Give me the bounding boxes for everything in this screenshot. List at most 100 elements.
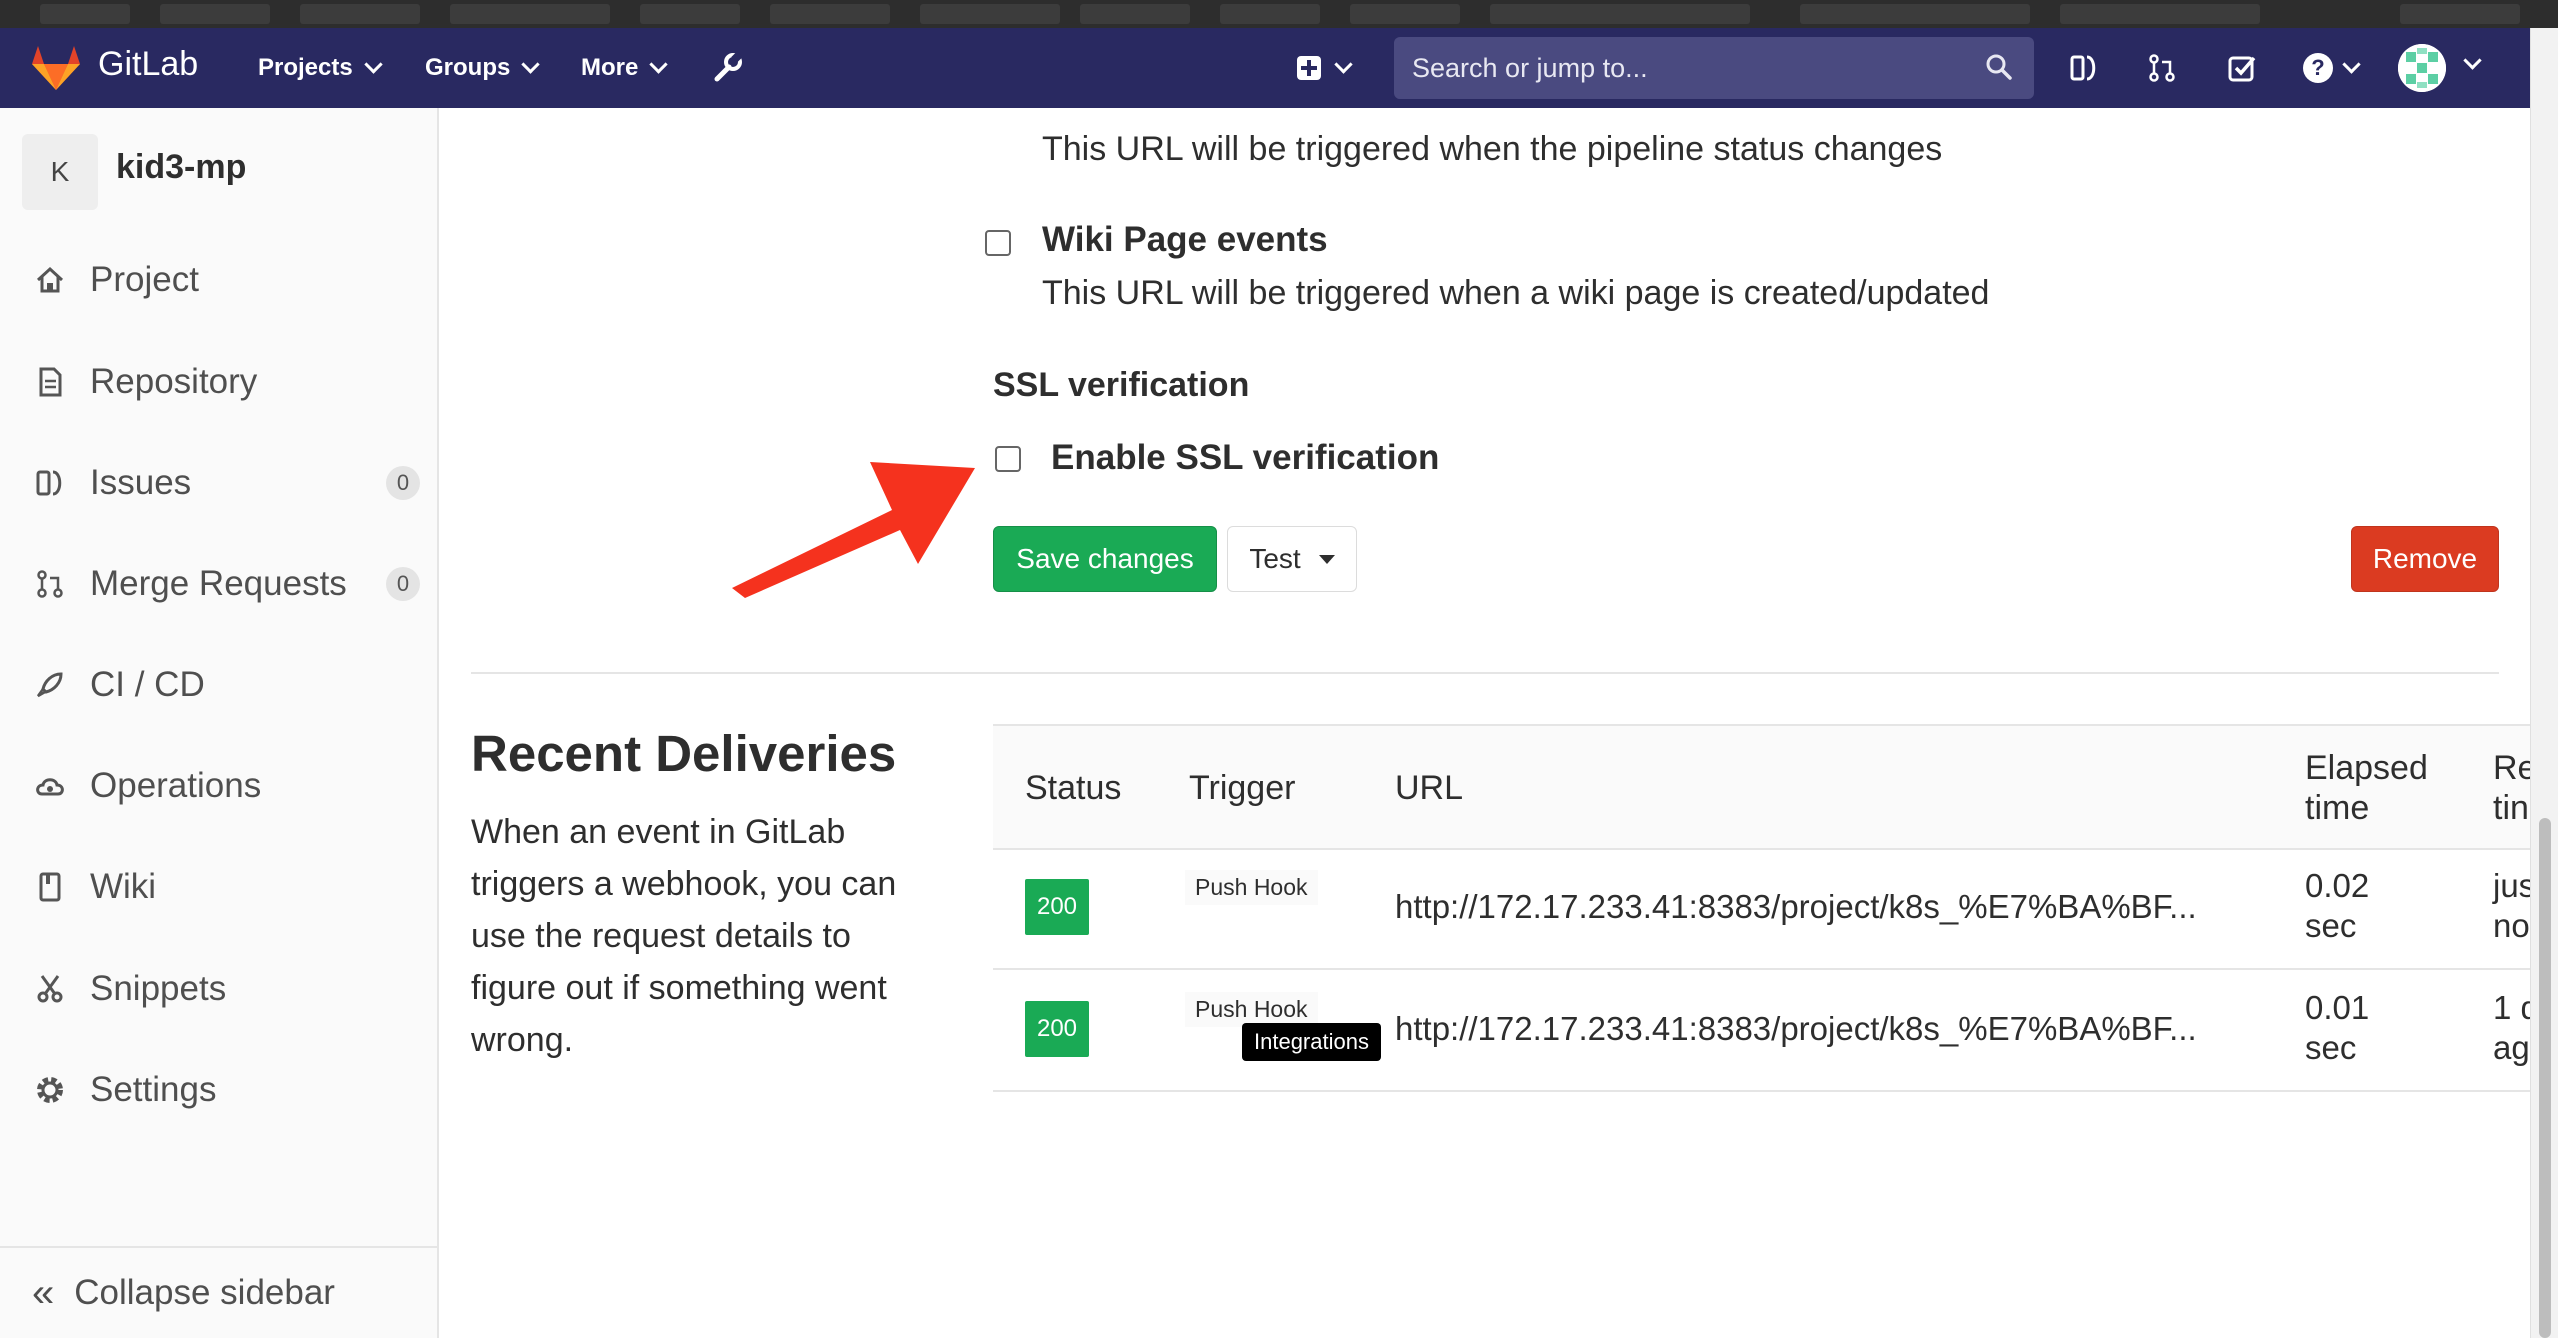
header-trigger: Trigger <box>1189 769 1296 807</box>
issues-icon <box>30 463 70 503</box>
header-url: URL <box>1395 769 1464 807</box>
delivery-url: http://172.17.233.41:8383/project/k8s_%E… <box>1395 888 2197 925</box>
issues-count-badge: 0 <box>386 466 420 500</box>
bookmark-item[interactable] <box>1220 4 1320 24</box>
sidebar-item-label: Issues <box>90 463 192 502</box>
todos-nav-button[interactable] <box>2222 48 2262 88</box>
main-content: This URL will be triggered when the pipe… <box>439 108 2530 1338</box>
sidebar-item-label: Merge Requests <box>90 564 347 603</box>
sidebar-item-issues[interactable]: Issues 0 <box>30 453 420 513</box>
bookmark-item[interactable] <box>2400 4 2520 24</box>
bookmark-item[interactable] <box>300 4 420 24</box>
recent-deliveries-description: When an event in GitLab triggers a webho… <box>471 813 897 1059</box>
table-header: Status Trigger URL Elapsed time Re tin <box>993 724 2530 850</box>
ssl-verification-heading: SSL verification <box>993 366 1250 404</box>
project-name[interactable]: kid3-mp <box>116 148 246 187</box>
recent-deliveries-title: Recent Deliveries <box>471 725 897 782</box>
enable-ssl-verification-label[interactable]: Enable SSL verification <box>1051 438 1439 478</box>
project-sidebar: K kid3-mp Project Repository Issues 0 Me… <box>0 108 439 1338</box>
collapse-sidebar-button[interactable]: « Collapse sidebar <box>0 1246 437 1338</box>
chevron-down-icon <box>521 54 541 74</box>
bookmark-item[interactable] <box>450 4 610 24</box>
bookmark-item[interactable] <box>1490 4 1750 24</box>
sidebar-item-label: Wiki <box>90 867 157 906</box>
sidebar-item-label: Project <box>90 260 199 299</box>
sidebar-item-label: Snippets <box>90 969 227 1008</box>
home-icon <box>30 260 70 300</box>
trigger-label: Push Hook <box>1185 870 1318 905</box>
nav-more-label: More <box>581 54 639 81</box>
issues-nav-button[interactable] <box>2064 48 2104 88</box>
wiki-page-events-description: This URL will be triggered when a wiki p… <box>1042 274 1990 312</box>
doc-icon <box>30 362 70 402</box>
plus-square-icon <box>1296 56 1321 80</box>
enable-ssl-verification-checkbox[interactable] <box>995 446 1021 472</box>
new-dropdown-button[interactable] <box>1292 48 1353 88</box>
chevron-down-icon <box>1333 54 1353 74</box>
bookmark-item[interactable] <box>640 4 740 24</box>
todo-checkbox-icon <box>2228 56 2256 82</box>
header-request-line1: Re <box>2493 749 2530 787</box>
request-time-line1: jus <box>2493 867 2530 904</box>
sidebar-item-merge-requests[interactable]: Merge Requests 0 <box>30 554 420 614</box>
merge-requests-nav-button[interactable] <box>2142 48 2182 88</box>
nav-groups-label: Groups <box>425 54 511 81</box>
wiki-page-events-checkbox[interactable] <box>985 230 1011 256</box>
status-badge: 200 <box>1025 1001 1089 1057</box>
scissors-icon <box>30 969 70 1009</box>
nav-projects[interactable]: Projects <box>258 54 383 82</box>
bookmark-item[interactable] <box>1350 4 1460 24</box>
sidebar-item-label: CI / CD <box>90 665 205 704</box>
delivery-url: http://172.17.233.41:8383/project/k8s_%E… <box>1395 1010 2197 1047</box>
test-dropdown-button[interactable]: Test <box>1227 526 1357 592</box>
admin-area-button[interactable] <box>708 48 748 88</box>
sidebar-item-ci-cd[interactable]: CI / CD <box>30 655 420 715</box>
sidebar-item-settings[interactable]: Settings <box>30 1060 420 1120</box>
project-avatar[interactable]: K <box>22 134 98 210</box>
brand-name[interactable]: GitLab <box>98 45 198 84</box>
bookmark-item[interactable] <box>1080 4 1190 24</box>
top-navbar: GitLab Projects Groups More Search or ju… <box>0 28 2530 108</box>
user-avatar[interactable] <box>2398 44 2446 92</box>
test-button-label: Test <box>1249 543 1301 574</box>
table-row: 200 Push Hook http://172.17.233.41:8383/… <box>993 846 2530 970</box>
search-placeholder: Search or jump to... <box>1412 53 1648 83</box>
page-scrollbar[interactable] <box>2530 28 2558 1338</box>
remove-button[interactable]: Remove <box>2351 526 2499 592</box>
pipeline-events-description: This URL will be triggered when the pipe… <box>1042 130 1943 168</box>
help-icon: ? <box>2302 53 2333 83</box>
sidebar-item-operations[interactable]: Operations <box>30 756 420 816</box>
merge-request-icon <box>2149 54 2175 82</box>
nav-groups[interactable]: Groups <box>425 54 541 82</box>
bookmark-item[interactable] <box>920 4 1060 24</box>
search-input[interactable]: Search or jump to... <box>1394 37 2034 99</box>
elapsed-value: 0.01 <box>2305 989 2370 1026</box>
chevron-down-icon <box>364 54 383 74</box>
bookmark-item[interactable] <box>770 4 890 24</box>
sidebar-item-project[interactable]: Project <box>30 250 420 310</box>
chevron-down-icon <box>649 54 669 74</box>
bookmark-item[interactable] <box>40 4 130 24</box>
save-changes-button[interactable]: Save changes <box>993 526 1217 592</box>
scrollbar-thumb[interactable] <box>2539 818 2551 1338</box>
issues-icon <box>2070 55 2096 81</box>
merge-requests-count-badge: 0 <box>386 567 420 601</box>
sidebar-item-snippets[interactable]: Snippets <box>30 959 420 1019</box>
header-request-line2: tin <box>2493 789 2529 827</box>
help-dropdown-button[interactable]: ? <box>2296 48 2362 88</box>
elapsed-unit: sec <box>2305 907 2357 944</box>
sidebar-item-repository[interactable]: Repository <box>30 352 420 412</box>
table-row: 200 Push Hook http://172.17.233.41:8383/… <box>993 968 2530 1092</box>
gear-icon <box>30 1070 70 1110</box>
bookmark-item[interactable] <box>160 4 270 24</box>
gitlab-logo-icon[interactable] <box>30 44 82 92</box>
wiki-page-events-label[interactable]: Wiki Page events <box>1042 220 1328 260</box>
header-elapsed-line1: Elapsed <box>2305 749 2428 787</box>
header-elapsed-line2: time <box>2305 789 2370 827</box>
section-divider <box>471 672 2499 674</box>
bookmark-item[interactable] <box>1800 4 2030 24</box>
bookmark-item[interactable] <box>2060 4 2260 24</box>
sidebar-item-wiki[interactable]: Wiki <box>30 857 420 917</box>
nav-more[interactable]: More <box>581 54 669 82</box>
chevron-down-icon[interactable] <box>2463 51 2482 70</box>
